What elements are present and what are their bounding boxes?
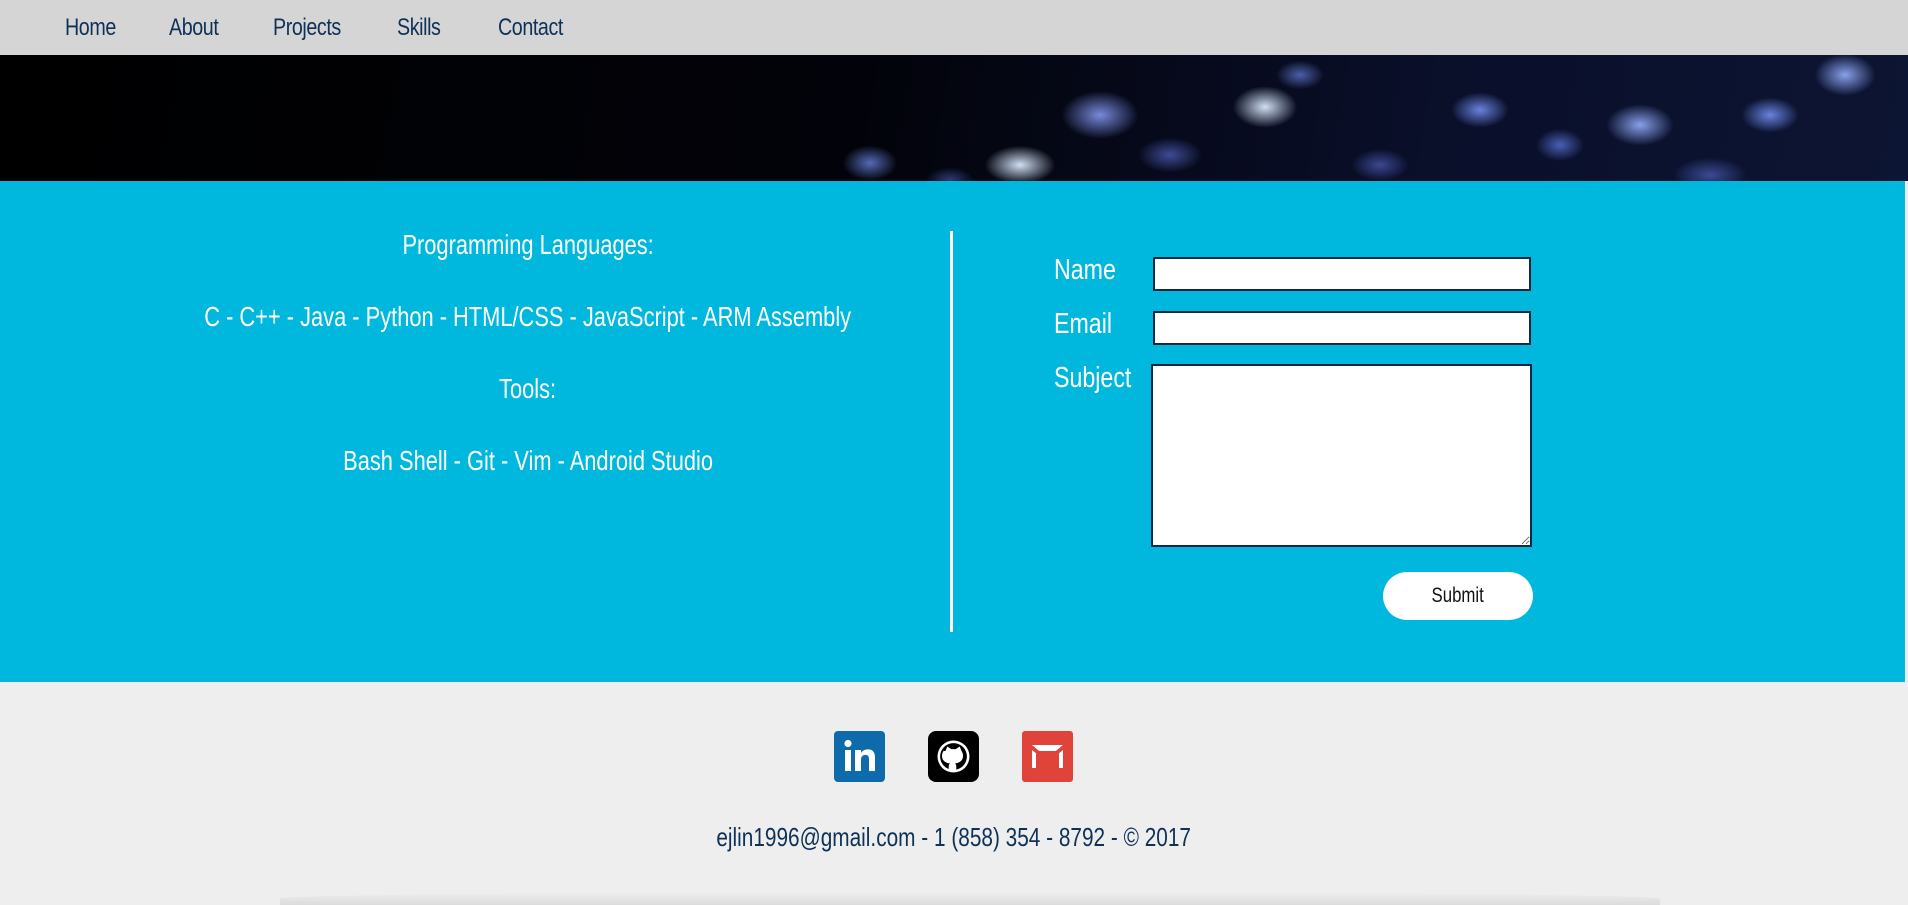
nav-about[interactable]: About [169,14,219,42]
github-icon[interactable] [928,731,979,782]
tools-list: Bash Shell - Git - Vim - Android Studio [343,445,713,476]
section-divider [950,231,953,632]
top-nav: Home About Projects Skills Contact [0,0,1908,55]
languages-heading: Programming Languages: [402,229,654,260]
name-label: Name [1054,254,1116,286]
footer-shadow [280,892,1660,905]
footer: ejlin1996@gmail.com - 1 (858) 354 - 8792… [0,682,1908,905]
tools-heading: Tools: [499,373,557,404]
linkedin-icon[interactable] [834,731,885,782]
header: Home About Projects Skills Contact [0,0,1908,181]
skills-contact-section: Programming Languages: C - C++ - Java - … [0,181,1905,682]
languages-list: C - C++ - Java - Python - HTML/CSS - Jav… [204,301,852,332]
hero-banner-image [0,55,1908,181]
submit-button[interactable]: Submit [1383,572,1533,620]
footer-contact-line: ejlin1996@gmail.com - 1 (858) 354 - 8792… [716,822,1192,852]
nav-skills[interactable]: Skills [397,14,441,42]
subject-textarea[interactable] [1151,364,1532,547]
email-field[interactable] [1153,311,1531,345]
name-field[interactable] [1153,257,1531,291]
nav-home[interactable]: Home [65,14,116,42]
subject-label: Subject [1054,362,1132,394]
nav-projects[interactable]: Projects [273,14,341,42]
email-label: Email [1054,308,1113,340]
nav-contact[interactable]: Contact [498,14,563,42]
gmail-icon[interactable] [1022,731,1073,782]
